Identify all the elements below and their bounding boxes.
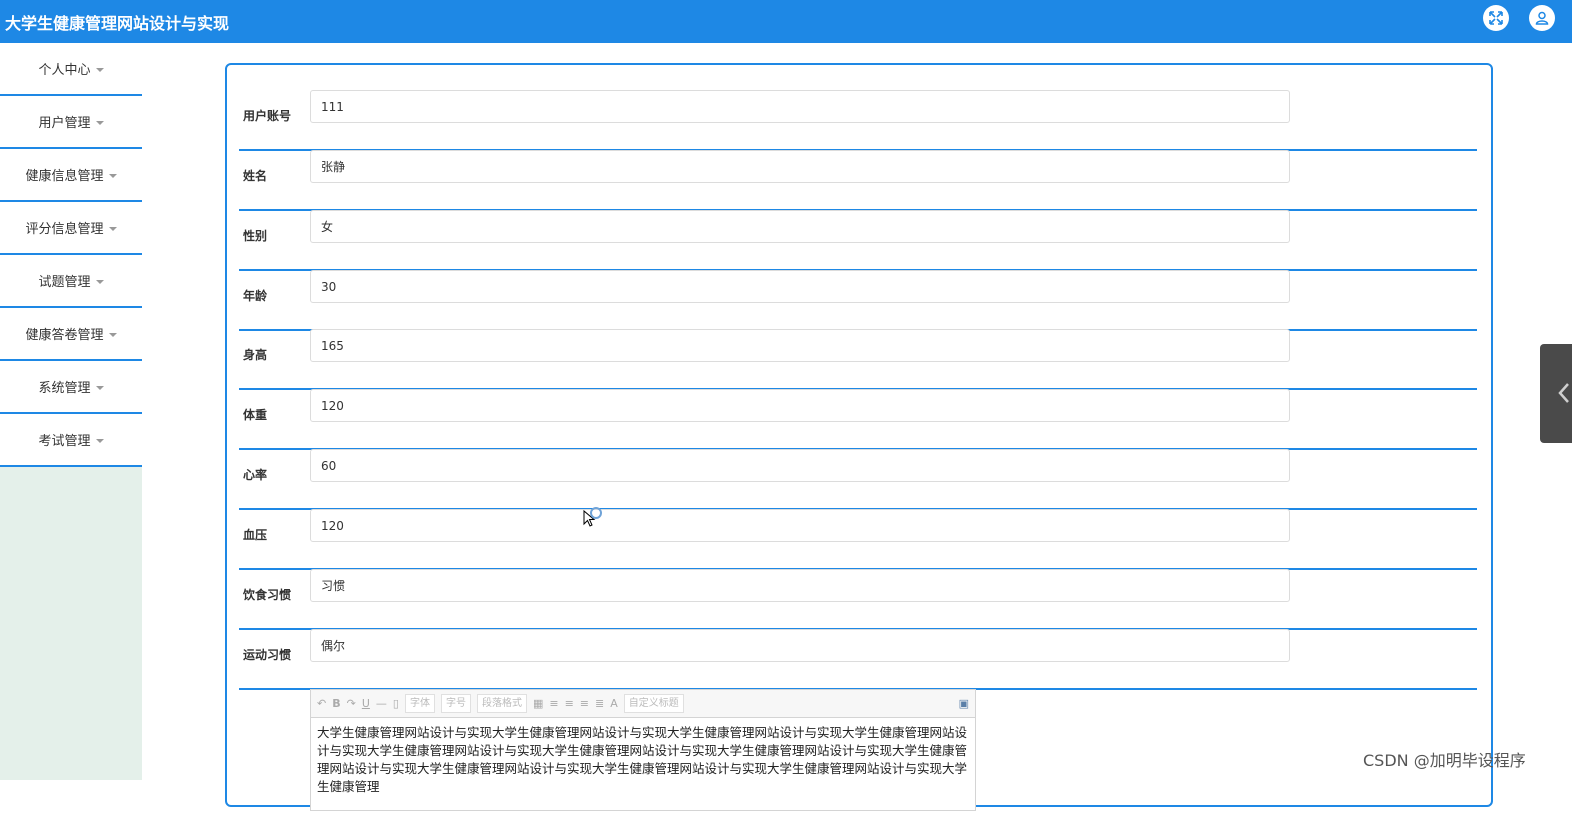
custom-title-select[interactable]: 自定义标题: [623, 694, 684, 713]
field-label: 饮食习惯: [243, 588, 292, 602]
rich-text-editor: ↶ B ↷ U — ▯ 字体 字号 段落格式 ▦ ≡ ≡ ≡ ≣ A 自定义标题…: [310, 689, 976, 811]
sidebar-item-exam-management[interactable]: 考试管理: [0, 414, 142, 467]
sidebar-item-user-management[interactable]: 用户管理: [0, 96, 142, 149]
field-label: 血压: [243, 528, 268, 542]
paragraph-format-select[interactable]: 段落格式: [476, 694, 527, 713]
underline-button[interactable]: U: [362, 697, 370, 710]
caret-down-icon: [95, 120, 104, 125]
form-row-age: 年龄: [239, 270, 1477, 331]
form-row-name: 姓名: [239, 150, 1477, 211]
field-label: 体重: [243, 408, 268, 422]
name-input[interactable]: [310, 150, 1290, 183]
form-row-diet-habit: 饮食习惯: [239, 569, 1477, 630]
redo-icon[interactable]: ↷: [347, 697, 356, 710]
sidebar: 个人中心 用户管理 健康信息管理 评分信息管理 试题管理 健康答卷管理 系统管理…: [0, 43, 142, 780]
account-input[interactable]: [310, 90, 1290, 123]
cursor-icon: [583, 506, 605, 532]
exercise-habit-input[interactable]: [310, 629, 1290, 662]
undo-icon[interactable]: ↶: [317, 697, 326, 710]
form-row-account: 用户账号: [239, 90, 1477, 151]
user-icon[interactable]: [1529, 5, 1555, 31]
blood-pressure-input[interactable]: [310, 509, 1290, 542]
font-color-button[interactable]: A: [610, 697, 618, 710]
sidebar-item-health-info[interactable]: 健康信息管理: [0, 149, 142, 202]
sidebar-item-system-management[interactable]: 系统管理: [0, 361, 142, 414]
sidebar-item-label: 评分信息管理: [25, 222, 104, 237]
form-row-height: 身高: [239, 329, 1477, 390]
sidebar-item-question-management[interactable]: 试题管理: [0, 255, 142, 308]
field-label: 心率: [243, 468, 268, 482]
field-label: 用户账号: [243, 109, 292, 123]
sidebar-item-personal-center[interactable]: 个人中心: [0, 43, 142, 96]
form-row-weight: 体重: [239, 389, 1477, 450]
app-title: 大学生健康管理网站设计与实现: [5, 14, 230, 33]
sidebar-item-label: 健康信息管理: [25, 169, 104, 184]
form-row-exercise-habit: 运动习惯: [239, 629, 1477, 690]
editor-content[interactable]: 大学生健康管理网站设计与实现大学生健康管理网站设计与实现大学生健康管理网站设计与…: [311, 718, 975, 814]
form-row-gender: 性别: [239, 210, 1477, 271]
watermark: CSDN @加明毕设程序: [1363, 751, 1526, 770]
field-label: 性别: [243, 229, 268, 243]
form-card: 用户账号 姓名 性别 年龄 身高 体重 心率 血压 饮食习惯 运动习惯 ↶: [225, 63, 1493, 811]
sidebar-item-health-answer[interactable]: 健康答卷管理: [0, 308, 142, 361]
fullscreen-icon[interactable]: [1483, 5, 1509, 31]
form-row-heart-rate: 心率: [239, 449, 1477, 510]
bold-button[interactable]: B: [332, 697, 340, 710]
align-center-icon[interactable]: ≡: [580, 697, 589, 710]
form-row-blood-pressure: 血压: [239, 509, 1477, 570]
top-bar: 大学生健康管理网站设计与实现: [0, 0, 1572, 43]
editor-toolbar: ↶ B ↷ U — ▯ 字体 字号 段落格式 ▦ ≡ ≡ ≡ ≣ A 自定义标题…: [311, 690, 975, 718]
gender-input[interactable]: [310, 210, 1290, 243]
source-code-icon[interactable]: ▣: [959, 697, 969, 710]
sidebar-item-label: 个人中心: [38, 63, 91, 78]
sidebar-item-label: 用户管理: [38, 116, 91, 131]
diet-habit-input[interactable]: [310, 569, 1290, 602]
caret-down-icon: [95, 438, 104, 443]
field-label: 运动习惯: [243, 648, 292, 662]
weight-input[interactable]: [310, 389, 1290, 422]
font-family-select[interactable]: 字体: [404, 694, 435, 713]
heart-rate-input[interactable]: [310, 449, 1290, 482]
table-icon[interactable]: ▦: [533, 697, 543, 710]
align-justify-icon[interactable]: ≣: [595, 697, 604, 710]
caret-down-icon: [95, 67, 104, 72]
side-panel-toggle[interactable]: [1540, 344, 1572, 443]
caret-down-icon: [95, 385, 104, 390]
caret-down-icon: [95, 279, 104, 284]
align-right-icon[interactable]: ≡: [565, 697, 574, 710]
field-label: 年龄: [243, 289, 268, 303]
age-input[interactable]: [310, 270, 1290, 303]
sidebar-item-label: 试题管理: [38, 275, 91, 290]
caret-down-icon: [108, 173, 117, 178]
caret-down-icon: [108, 332, 117, 337]
document-icon[interactable]: ▯: [393, 697, 399, 710]
sidebar-item-label: 系统管理: [38, 381, 91, 396]
sidebar-item-label: 健康答卷管理: [25, 328, 104, 343]
sidebar-item-label: 考试管理: [38, 434, 91, 449]
height-input[interactable]: [310, 329, 1290, 362]
horizontal-rule-button[interactable]: —: [376, 697, 387, 710]
sidebar-item-score-info[interactable]: 评分信息管理: [0, 202, 142, 255]
font-size-select[interactable]: 字号: [440, 694, 471, 713]
field-label: 姓名: [243, 169, 268, 183]
align-left-icon[interactable]: ≡: [549, 697, 558, 710]
field-label: 身高: [243, 348, 268, 362]
caret-down-icon: [108, 226, 117, 231]
